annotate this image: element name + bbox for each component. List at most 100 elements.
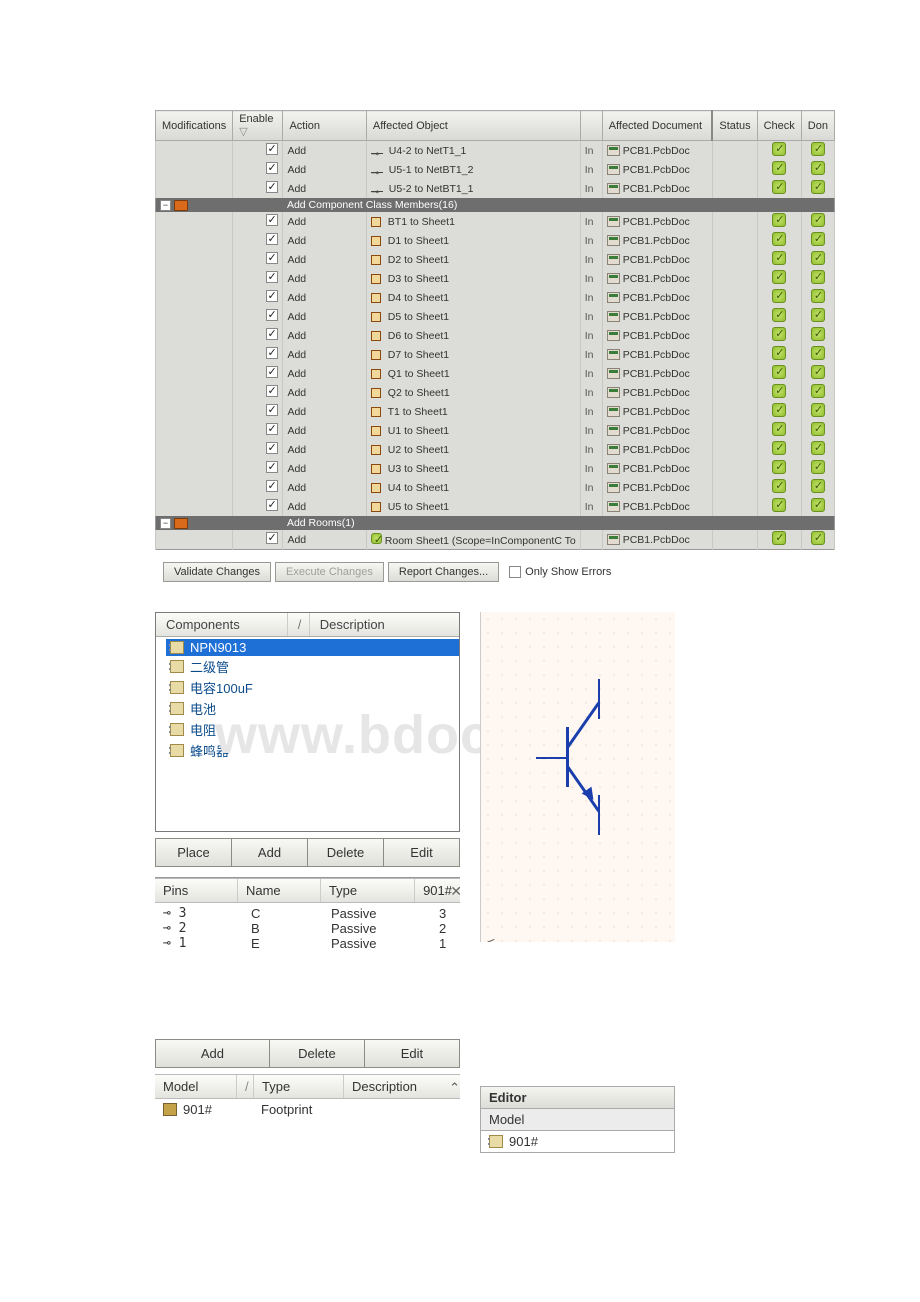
table-row[interactable]: Add U3 to Sheet1InPCB1.PcbDoc — [156, 459, 835, 478]
table-row[interactable]: Add U4-2 to NetT1_1InPCB1.PcbDoc — [156, 141, 835, 161]
group-add-rooms[interactable]: − Add Rooms(1) — [156, 516, 835, 530]
table-row[interactable]: Add D7 to Sheet1InPCB1.PcbDoc — [156, 345, 835, 364]
pcb-doc-icon — [607, 368, 620, 379]
table-row[interactable]: Add BT1 to Sheet1InPCB1.PcbDoc — [156, 212, 835, 231]
table-row[interactable]: Add D6 to Sheet1InPCB1.PcbDoc — [156, 326, 835, 345]
validate-changes-button[interactable]: Validate Changes — [163, 562, 271, 582]
editor-model-item[interactable]: 901# — [480, 1131, 675, 1153]
table-row[interactable]: Add U5-1 to NetBT1_2InPCB1.PcbDoc — [156, 160, 835, 179]
enable-checkbox[interactable] — [266, 499, 278, 511]
col-type[interactable]: Type — [321, 879, 415, 902]
enable-checkbox[interactable] — [266, 181, 278, 193]
table-row[interactable]: Add U5-2 to NetBT1_1InPCB1.PcbDoc — [156, 179, 835, 198]
checkbox-icon[interactable] — [509, 566, 521, 578]
enable-checkbox[interactable] — [266, 480, 278, 492]
table-row[interactable]: Add Room Sheet1 (Scope=InComponentC ToPC… — [156, 530, 835, 550]
list-item[interactable]: 蜂鸣器 — [166, 740, 459, 761]
action-cell: Add — [283, 288, 366, 307]
collapse-icon[interactable]: − — [160, 518, 171, 529]
col-type[interactable]: Type — [254, 1075, 344, 1098]
col-pins[interactable]: Pins — [155, 879, 238, 902]
col-check[interactable]: Check — [757, 111, 801, 141]
document-cell: PCB1.PcbDoc — [602, 440, 712, 459]
list-item[interactable]: 电阻 — [166, 719, 459, 740]
col-description[interactable]: Description — [344, 1075, 460, 1098]
col-components[interactable]: Components — [156, 613, 288, 636]
table-row[interactable]: Add U5 to Sheet1InPCB1.PcbDoc — [156, 497, 835, 516]
enable-checkbox[interactable] — [266, 532, 278, 544]
enable-checkbox[interactable] — [266, 252, 278, 264]
pcb-doc-icon — [607, 349, 620, 360]
enable-checkbox[interactable] — [266, 290, 278, 302]
close-panel-icon[interactable]: ✕ — [450, 883, 462, 900]
list-item[interactable]: 二级管 — [166, 656, 459, 677]
sort-icon[interactable]: / — [288, 613, 310, 636]
table-row[interactable]: Add D2 to Sheet1InPCB1.PcbDoc — [156, 250, 835, 269]
col-description[interactable]: Description — [310, 613, 459, 636]
col-model[interactable]: Model — [155, 1075, 237, 1098]
col-modifications[interactable]: Modifications — [156, 111, 233, 141]
list-item[interactable]: 电容100uF — [166, 677, 459, 698]
col-affected-object[interactable]: Affected Object — [366, 111, 580, 141]
enable-checkbox[interactable] — [266, 347, 278, 359]
table-row[interactable]: Add U1 to Sheet1InPCB1.PcbDoc — [156, 421, 835, 440]
col-status[interactable]: Status — [712, 111, 757, 141]
table-row[interactable]: Add Q1 to Sheet1InPCB1.PcbDoc — [156, 364, 835, 383]
pins-edit-button[interactable]: Edit — [365, 1040, 459, 1067]
done-ok-icon — [811, 460, 825, 474]
place-button[interactable]: Place — [155, 838, 232, 867]
action-cell: Add — [283, 383, 366, 402]
report-changes-button[interactable]: Report Changes... — [388, 562, 499, 582]
pins-add-button[interactable]: Add — [156, 1040, 270, 1067]
collapse-icon[interactable]: − — [160, 200, 171, 211]
pin-row[interactable]: ⊸ 2BPassive2 — [155, 921, 460, 936]
col-done[interactable]: Don — [801, 111, 834, 141]
group-add-component-class[interactable]: − Add Component Class Members(16) — [156, 198, 835, 212]
model-row[interactable]: 901# Footprint — [155, 1099, 460, 1120]
enable-checkbox[interactable] — [266, 328, 278, 340]
enable-checkbox[interactable] — [266, 143, 278, 155]
col-affected-document[interactable]: Affected Document — [602, 111, 712, 141]
col-enable[interactable]: Enable ▽ — [233, 111, 283, 141]
enable-checkbox[interactable] — [266, 233, 278, 245]
col-action[interactable]: Action — [283, 111, 366, 141]
enable-checkbox[interactable] — [266, 309, 278, 321]
add-button[interactable]: Add — [232, 838, 308, 867]
component-icon — [371, 293, 381, 303]
scroll-up-icon[interactable]: ⌃ — [449, 1080, 460, 1096]
only-show-errors-checkbox[interactable]: Only Show Errors — [509, 566, 611, 578]
table-row[interactable]: Add D5 to Sheet1InPCB1.PcbDoc — [156, 307, 835, 326]
enable-checkbox[interactable] — [266, 271, 278, 283]
table-row[interactable]: Add D4 to Sheet1InPCB1.PcbDoc — [156, 288, 835, 307]
table-row[interactable]: Add D1 to Sheet1InPCB1.PcbDoc — [156, 231, 835, 250]
table-row[interactable]: Add T1 to Sheet1InPCB1.PcbDoc — [156, 402, 835, 421]
table-row[interactable]: Add U4 to Sheet1InPCB1.PcbDoc — [156, 478, 835, 497]
list-item[interactable]: 电池 — [166, 698, 459, 719]
table-row[interactable]: Add Q2 to Sheet1InPCB1.PcbDoc — [156, 383, 835, 402]
component-icon — [371, 407, 381, 417]
action-cell: Add — [283, 307, 366, 326]
enable-checkbox[interactable] — [266, 214, 278, 226]
enable-checkbox[interactable] — [266, 162, 278, 174]
pin-row[interactable]: ⊸ 1EPassive1 — [155, 936, 460, 951]
enable-checkbox[interactable] — [266, 366, 278, 378]
pins-delete-button[interactable]: Delete — [270, 1040, 365, 1067]
enable-checkbox[interactable] — [266, 385, 278, 397]
enable-checkbox[interactable] — [266, 423, 278, 435]
col-name[interactable]: Name — [238, 879, 321, 902]
symbol-preview[interactable]: < — [480, 612, 675, 942]
edit-button[interactable]: Edit — [384, 838, 460, 867]
enable-checkbox[interactable] — [266, 442, 278, 454]
table-row[interactable]: Add U2 to Sheet1InPCB1.PcbDoc — [156, 440, 835, 459]
document-cell: PCB1.PcbDoc — [602, 421, 712, 440]
pin-row[interactable]: ⊸ 3CPassive3 — [155, 906, 460, 921]
list-item[interactable]: NPN9013 — [166, 639, 459, 656]
scroll-left-icon[interactable]: < — [481, 934, 501, 942]
pin-number: 1 — [439, 936, 452, 951]
sort-icon[interactable]: / — [237, 1075, 254, 1098]
enable-checkbox[interactable] — [266, 461, 278, 473]
enable-checkbox[interactable] — [266, 404, 278, 416]
editor-header[interactable]: Editor — [480, 1086, 675, 1109]
delete-button[interactable]: Delete — [308, 838, 384, 867]
table-row[interactable]: Add D3 to Sheet1InPCB1.PcbDoc — [156, 269, 835, 288]
